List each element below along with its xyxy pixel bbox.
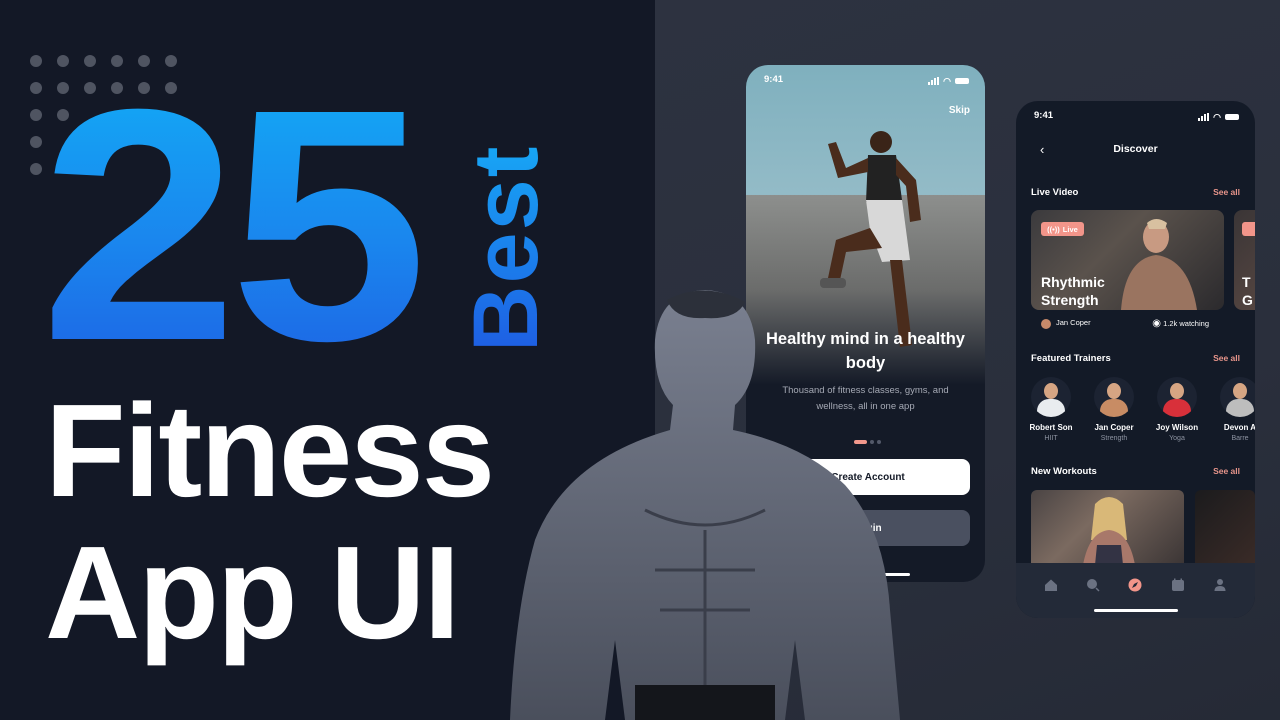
new-workouts-header: New Workouts See all — [1031, 466, 1240, 477]
live-badge-label: Live — [1062, 224, 1078, 234]
trainer-avatar — [1031, 377, 1071, 417]
workout-carousel[interactable] — [1031, 490, 1255, 565]
trainer-item[interactable]: Joy Wilson Yoga — [1156, 377, 1198, 442]
workout-card[interactable] — [1195, 490, 1255, 565]
bodybuilder-image — [510, 290, 900, 720]
trainer-head — [1170, 383, 1184, 399]
trainer-name: Robert Son — [1029, 423, 1073, 432]
see-all-link[interactable]: See all — [1213, 353, 1240, 364]
section-title: Live Video — [1031, 187, 1079, 198]
trainer-shirt — [1226, 399, 1254, 417]
trainer-name: Jan Coper — [1094, 423, 1134, 432]
status-bar: 9:41 ◠ — [1016, 110, 1255, 124]
search-icon[interactable] — [1086, 578, 1100, 592]
status-bar: 9:41 ◠ — [746, 74, 985, 88]
watching-count: 1.2k watching — [1163, 319, 1209, 328]
trainer-avatar — [1041, 318, 1051, 329]
trainer-item[interactable]: Devon A Barre — [1220, 377, 1255, 442]
status-time: 9:41 — [1034, 110, 1054, 121]
eye-icon: ◉ — [1152, 318, 1162, 329]
trainer-head — [1107, 383, 1121, 399]
trainer-head — [1233, 383, 1247, 399]
trainer-chip: Jan Coper — [1041, 318, 1091, 329]
trainer-name: Devon A — [1223, 423, 1255, 432]
wifi-icon: ◠ — [943, 75, 951, 86]
live-video-title: Rhythmic Strength — [1041, 274, 1105, 308]
discover-phone: 9:41 ◠ ‹ Discover Live Video See all ((•… — [1016, 101, 1255, 618]
battery-icon — [1225, 114, 1239, 120]
home-indicator — [1094, 609, 1178, 612]
trainer-avatar — [1220, 377, 1255, 417]
screen-title: Discover — [1113, 143, 1158, 155]
trainer-shirt — [1037, 399, 1065, 417]
workout-card[interactable] — [1031, 490, 1184, 565]
wifi-icon: ◠ — [1213, 111, 1221, 122]
trainer-item[interactable]: Robert Son HIIT — [1029, 377, 1073, 442]
section-title: Featured Trainers — [1031, 353, 1111, 364]
profile-icon[interactable] — [1213, 578, 1227, 592]
trainer-avatar — [1094, 377, 1134, 417]
workout-photo — [1083, 497, 1135, 565]
battery-icon — [955, 78, 969, 84]
home-icon[interactable] — [1044, 578, 1058, 592]
skip-button[interactable]: Skip — [949, 105, 970, 116]
live-video-meta: Jan Coper ◉ 1.2k watching — [1041, 318, 1209, 329]
trainer-name: Jan Coper — [1056, 318, 1091, 328]
trainer-shirt — [1100, 399, 1128, 417]
trainer-list: Robert Son HIIT Jan Coper Strength Joy Wilso… — [1029, 377, 1255, 442]
live-video-card[interactable]: ((•)) Live Rhythmic Strength — [1031, 210, 1224, 310]
trainer-specialty: Strength — [1100, 435, 1128, 442]
featured-trainers-header: Featured Trainers See all — [1031, 353, 1240, 364]
live-video-header: Live Video See all — [1031, 187, 1240, 198]
live-video-carousel[interactable]: ((•)) Live Rhythmic Strength T G — [1031, 210, 1255, 310]
trainer-name: Joy Wilson — [1155, 423, 1199, 432]
signal-icon — [928, 77, 940, 85]
headline-fitness: Fitness — [45, 377, 495, 524]
trainer-specialty: Yoga — [1169, 435, 1185, 442]
trainer-item[interactable]: Jan Coper Strength — [1094, 377, 1134, 442]
trainer-head — [1044, 383, 1058, 399]
live-video-card[interactable]: T G — [1234, 210, 1255, 310]
status-time: 9:41 — [764, 74, 784, 85]
calendar-icon[interactable] — [1171, 578, 1185, 592]
headline-app-ui: App UI — [45, 519, 460, 666]
see-all-link[interactable]: See all — [1213, 187, 1240, 198]
trainer-specialty: HIIT — [1044, 435, 1058, 442]
live-video-title: T G — [1242, 274, 1253, 308]
signal-icon — [1198, 113, 1210, 121]
broadcast-icon: ((•)) — [1047, 224, 1060, 234]
live-badge — [1242, 222, 1255, 236]
section-title: New Workouts — [1031, 466, 1097, 477]
trainer-specialty: Barre — [1231, 435, 1249, 442]
trainer-avatar — [1157, 377, 1197, 417]
headline-number: 25 — [40, 40, 428, 409]
viewers: ◉ 1.2k watching — [1152, 318, 1209, 329]
live-badge: ((•)) Live — [1041, 222, 1084, 236]
see-all-link[interactable]: See all — [1213, 466, 1240, 477]
compass-icon[interactable] — [1128, 578, 1142, 592]
trainer-shirt — [1163, 399, 1191, 417]
